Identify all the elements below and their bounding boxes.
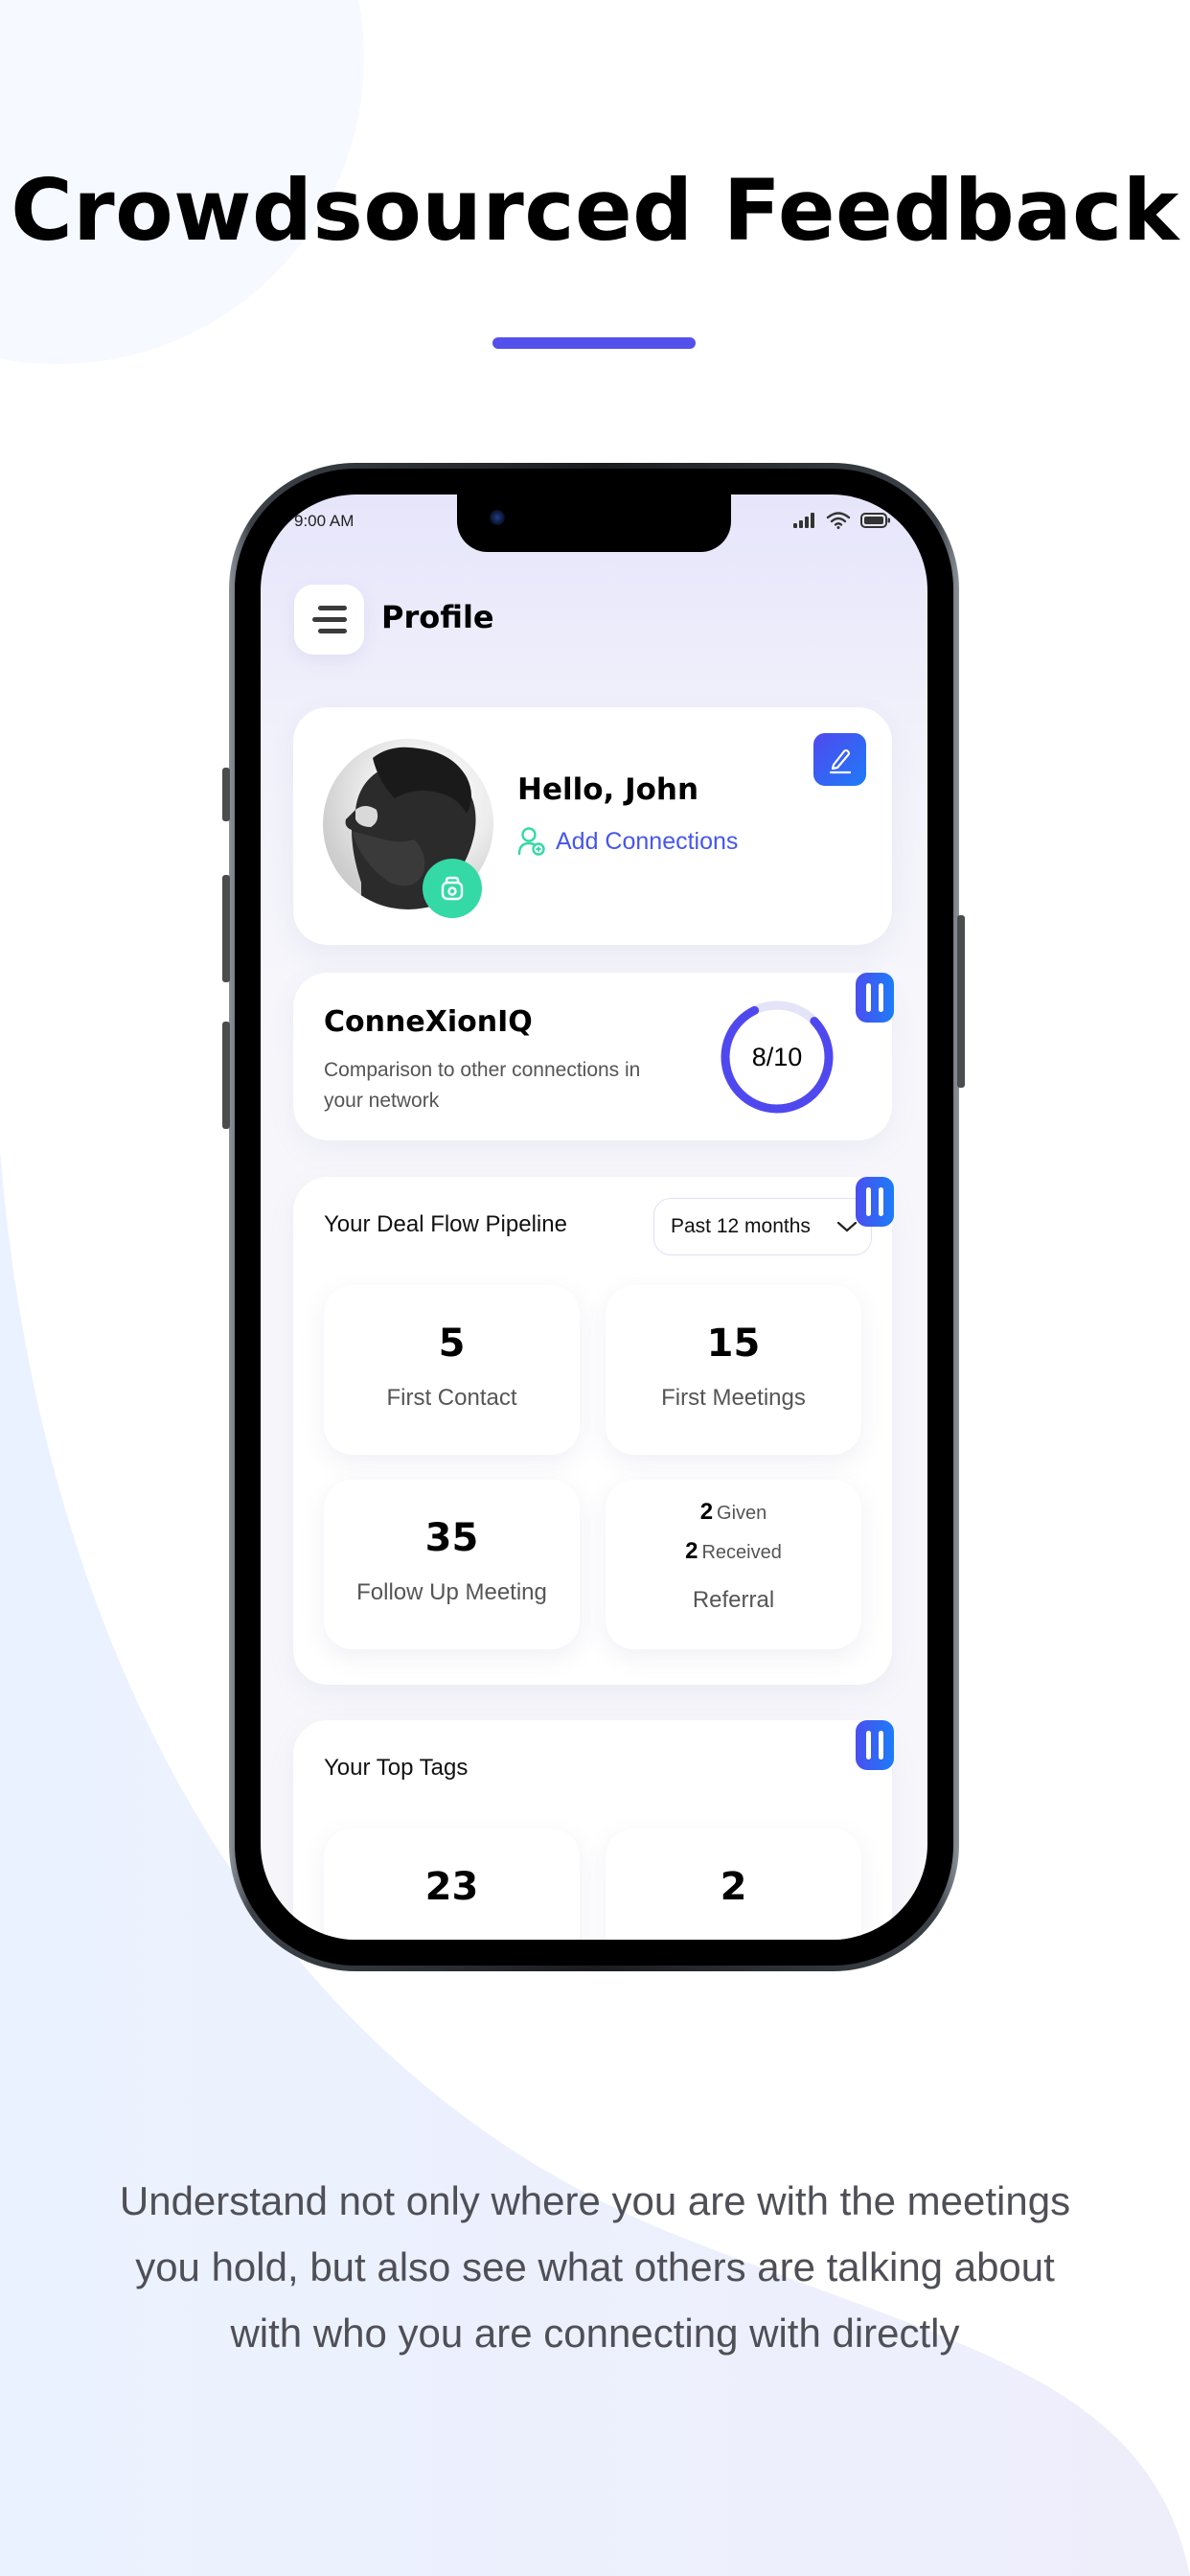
phone-power-button	[957, 915, 965, 1088]
front-camera	[490, 510, 505, 525]
top-tags-card: Your Top Tags 23 2	[293, 1720, 894, 1940]
iq-score: 8/10	[751, 1042, 803, 1071]
phone-mute-switch	[222, 768, 230, 821]
camera-icon	[441, 876, 464, 901]
edit-profile-button[interactable]	[813, 733, 866, 786]
hamburger-menu-icon-line	[317, 629, 347, 633]
pause-icon	[866, 1731, 871, 1760]
stat-value: 5	[438, 1322, 466, 1366]
hamburger-menu-icon-line	[311, 617, 347, 622]
profile-card: Hello, John Add Connections	[293, 707, 892, 945]
stat-tile-referral[interactable]: 2 Given 2 Received Referral	[606, 1480, 861, 1649]
pause-button[interactable]	[856, 1177, 894, 1227]
phone-volume-up	[222, 875, 230, 982]
tag-tile[interactable]: 2	[606, 1828, 861, 1940]
add-user-icon	[517, 827, 545, 856]
status-time: 9:00 AM	[294, 512, 355, 530]
connexioniq-card: ConneXionIQ Comparison to other connecti…	[293, 973, 894, 1140]
tagline-line: Understand not only where you are with t…	[119, 2178, 1071, 2223]
pause-icon-bar	[879, 1731, 883, 1760]
notch	[457, 494, 731, 552]
stat-value: 35	[424, 1516, 479, 1560]
status-icons	[793, 512, 891, 529]
tagline: Understand not only where you are with t…	[0, 2168, 1190, 2366]
deal-flow-card: Your Deal Flow Pipeline Past 12 months 5…	[293, 1177, 894, 1685]
tag-tile[interactable]: 23	[324, 1828, 580, 1940]
tagline-line: you hold, but also see what others are t…	[135, 2244, 1055, 2289]
page-title: Profile	[381, 599, 494, 635]
pause-icon-bar	[879, 1187, 883, 1216]
tag-value: 2	[720, 1865, 747, 1909]
referral-received-label: Received	[701, 1542, 782, 1563]
change-photo-button[interactable]	[423, 859, 482, 918]
stat-label: First Meetings	[661, 1385, 806, 1411]
phone-mockup: 9:00 AM Profile Hello, John Add Connecti…	[222, 463, 965, 1971]
pause-button[interactable]	[856, 973, 894, 1023]
tag-value: 23	[424, 1865, 479, 1909]
phone-volume-down	[222, 1022, 230, 1129]
wifi-icon	[826, 512, 851, 529]
stat-value: 15	[706, 1322, 761, 1366]
battery-icon	[860, 513, 890, 528]
stat-label: Referral	[692, 1587, 775, 1613]
period-dropdown[interactable]: Past 12 months	[653, 1198, 872, 1255]
pause-icon-bar	[879, 983, 883, 1012]
menu-button[interactable]	[294, 585, 364, 655]
referral-received: 2 Received	[606, 1538, 861, 1565]
iq-title: ConneXionIQ	[324, 1005, 533, 1039]
add-connections-link[interactable]: Add Connections	[517, 826, 738, 857]
headline: Crowdsourced Feedback	[11, 161, 1179, 260]
referral-given-count: 2	[699, 1499, 714, 1525]
period-value: Past 12 months	[671, 1215, 811, 1237]
top-tags-title: Your Top Tags	[324, 1755, 469, 1781]
headline-underline	[492, 337, 696, 349]
greeting: Hello, John	[517, 772, 699, 807]
pause-button[interactable]	[856, 1720, 894, 1770]
stat-label: Follow Up Meeting	[356, 1579, 547, 1605]
pause-icon	[866, 1187, 871, 1216]
referral-given: 2 Given	[606, 1499, 861, 1526]
iq-subtitle: Comparison to other connections in your …	[324, 1059, 641, 1112]
add-connections-label: Add Connections	[556, 827, 739, 855]
pause-icon	[866, 983, 871, 1012]
tagline-line: with who you are connecting with directl…	[230, 2311, 960, 2356]
stat-tile-first-contact[interactable]: 5 First Contact	[324, 1285, 580, 1455]
hamburger-menu-icon	[317, 606, 347, 610]
pencil-icon	[829, 748, 851, 773]
app-screen: 9:00 AM Profile Hello, John Add Connecti…	[261, 494, 927, 1940]
signal-icon	[793, 513, 814, 528]
stat-tile-follow-up[interactable]: 35 Follow Up Meeting	[324, 1480, 580, 1649]
referral-received-count: 2	[685, 1538, 698, 1564]
stat-label: First Contact	[386, 1385, 517, 1411]
referral-given-label: Given	[717, 1503, 767, 1524]
deal-flow-title: Your Deal Flow Pipeline	[324, 1211, 567, 1237]
chevron-down-icon	[836, 1221, 858, 1232]
stat-tile-first-meetings[interactable]: 15 First Meetings	[606, 1285, 861, 1455]
